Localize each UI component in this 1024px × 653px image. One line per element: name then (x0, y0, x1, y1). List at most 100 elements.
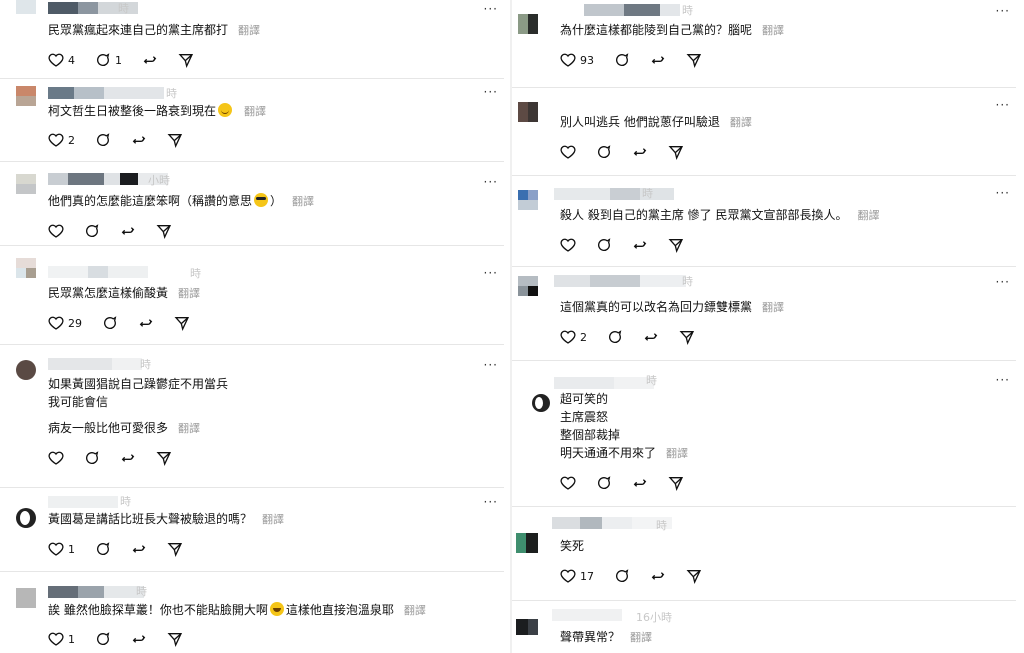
reply-button[interactable] (607, 329, 623, 345)
repost-button[interactable] (632, 237, 648, 253)
more-options-icon[interactable]: ··· (996, 373, 1010, 387)
translate-link[interactable]: 翻譯 (238, 24, 260, 37)
more-options-icon[interactable]: ··· (484, 358, 498, 372)
like-button[interactable] (560, 237, 576, 253)
username-blurred[interactable] (552, 609, 622, 621)
avatar[interactable] (16, 0, 36, 14)
more-options-icon[interactable]: ··· (996, 275, 1010, 289)
translate-link[interactable]: 翻譯 (762, 301, 784, 314)
like-button[interactable]: 93 (560, 52, 594, 68)
more-options-icon[interactable]: ··· (996, 186, 1010, 200)
repost-button[interactable] (131, 132, 147, 148)
more-options-icon[interactable]: ··· (996, 4, 1010, 18)
reply-button[interactable] (614, 52, 630, 68)
username-blurred[interactable] (554, 275, 686, 287)
repost-button[interactable] (120, 223, 136, 239)
avatar[interactable] (516, 619, 538, 639)
translate-link[interactable]: 翻譯 (762, 24, 784, 37)
like-button[interactable]: 4 (48, 52, 75, 68)
translate-link[interactable]: 翻譯 (730, 116, 752, 129)
repost-button[interactable] (632, 475, 648, 491)
reply-button[interactable] (596, 475, 612, 491)
share-button[interactable] (167, 631, 183, 647)
more-options-icon[interactable]: ··· (484, 175, 498, 189)
repost-button[interactable] (138, 315, 154, 331)
translate-link[interactable]: 翻譯 (857, 209, 879, 222)
avatar[interactable] (16, 86, 36, 106)
share-button[interactable] (156, 450, 172, 466)
username-blurred[interactable] (48, 266, 148, 278)
username-blurred[interactable] (584, 4, 680, 16)
like-button[interactable]: 2 (48, 132, 75, 148)
reply-button[interactable] (95, 132, 111, 148)
translate-link[interactable]: 翻譯 (244, 105, 266, 118)
more-options-icon[interactable]: ··· (484, 495, 498, 509)
username-blurred[interactable] (48, 87, 164, 99)
repost-button[interactable] (650, 568, 666, 584)
username-blurred[interactable] (552, 517, 672, 529)
repost-button[interactable] (120, 450, 136, 466)
share-button[interactable] (668, 475, 684, 491)
like-button[interactable]: 1 (48, 631, 75, 647)
reply-button[interactable] (614, 568, 630, 584)
share-button[interactable] (686, 52, 702, 68)
share-button[interactable] (686, 568, 702, 584)
reply-button[interactable] (102, 315, 118, 331)
repost-button[interactable] (131, 541, 147, 557)
translate-link[interactable]: 翻譯 (178, 287, 200, 300)
translate-link[interactable]: 翻譯 (262, 513, 284, 526)
like-button[interactable] (48, 223, 64, 239)
avatar[interactable] (518, 14, 538, 34)
avatar[interactable] (16, 174, 36, 194)
like-button[interactable] (48, 450, 64, 466)
avatar[interactable] (518, 276, 538, 296)
share-button[interactable] (178, 52, 194, 68)
like-button[interactable]: 2 (560, 329, 587, 345)
more-options-icon[interactable]: ··· (484, 266, 498, 280)
username-blurred[interactable] (554, 377, 654, 389)
share-button[interactable] (167, 541, 183, 557)
username-blurred[interactable] (48, 496, 118, 508)
avatar[interactable] (16, 258, 36, 278)
share-button[interactable] (174, 315, 190, 331)
avatar[interactable] (532, 394, 552, 414)
translate-link[interactable]: 翻譯 (404, 604, 426, 617)
translate-link[interactable]: 翻譯 (292, 195, 314, 208)
share-button[interactable] (167, 132, 183, 148)
avatar[interactable] (516, 533, 538, 553)
more-options-icon[interactable]: ··· (484, 2, 498, 16)
translate-link[interactable]: 翻譯 (178, 422, 200, 435)
username-blurred[interactable] (48, 586, 144, 598)
more-options-icon[interactable]: ··· (484, 85, 498, 99)
reply-button[interactable]: 1 (95, 52, 122, 68)
repost-button[interactable] (131, 631, 147, 647)
avatar[interactable] (16, 360, 36, 380)
reply-button[interactable] (596, 237, 612, 253)
share-button[interactable] (156, 223, 172, 239)
like-button[interactable]: 29 (48, 315, 82, 331)
more-options-icon[interactable]: ··· (996, 98, 1010, 112)
avatar[interactable] (16, 588, 36, 608)
share-button[interactable] (679, 329, 695, 345)
username-blurred[interactable] (554, 188, 674, 200)
repost-button[interactable] (650, 52, 666, 68)
repost-button[interactable] (643, 329, 659, 345)
avatar[interactable] (518, 190, 538, 210)
like-button[interactable]: 17 (560, 568, 594, 584)
like-button[interactable]: 1 (48, 541, 75, 557)
repost-button[interactable] (142, 52, 158, 68)
avatar[interactable] (518, 102, 538, 122)
translate-link[interactable]: 翻譯 (666, 447, 688, 460)
reply-button[interactable] (596, 144, 612, 160)
like-button[interactable] (560, 475, 576, 491)
share-button[interactable] (668, 144, 684, 160)
username-blurred[interactable] (48, 358, 142, 370)
share-button[interactable] (668, 237, 684, 253)
reply-button[interactable] (95, 631, 111, 647)
like-button[interactable] (560, 144, 576, 160)
reply-button[interactable] (95, 541, 111, 557)
reply-button[interactable] (84, 223, 100, 239)
repost-button[interactable] (632, 144, 648, 160)
avatar[interactable] (16, 508, 36, 528)
reply-button[interactable] (84, 450, 100, 466)
